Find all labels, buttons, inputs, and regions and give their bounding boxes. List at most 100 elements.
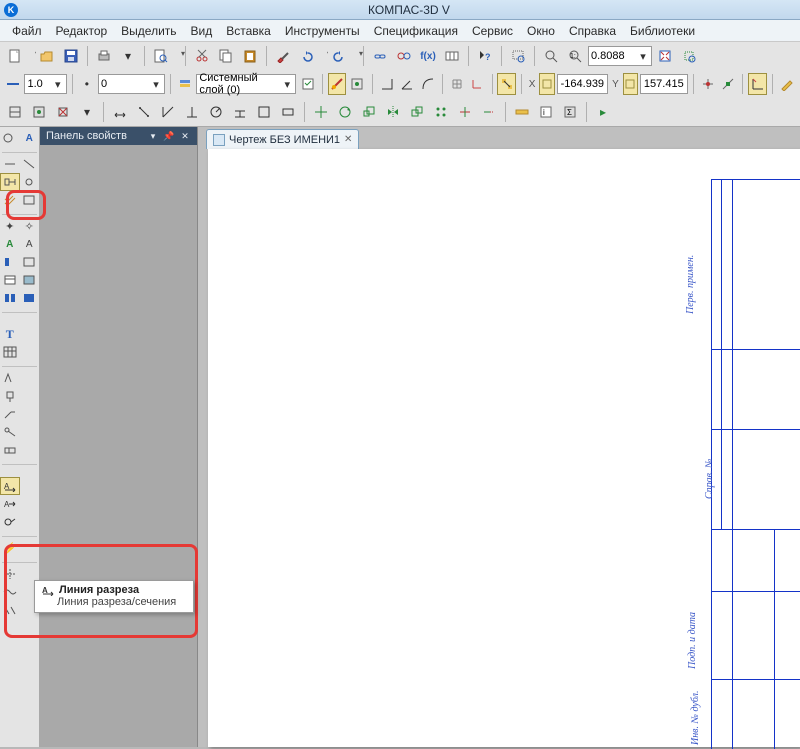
layer-opt-button[interactable]	[298, 73, 316, 95]
r3-dim1[interactable]	[109, 101, 131, 123]
menu-file[interactable]: Файл	[6, 22, 48, 40]
x-field[interactable]: -164.939	[557, 74, 608, 94]
lt-center-icon[interactable]	[0, 565, 20, 583]
lt-snap1-icon[interactable]: ✦	[0, 217, 20, 235]
preview-button[interactable]: ▾	[150, 45, 180, 67]
redo-button[interactable]: ▾	[328, 45, 358, 67]
r3-dim7[interactable]	[253, 101, 275, 123]
link1-button[interactable]	[369, 45, 391, 67]
zoom-search-button[interactable]	[540, 45, 562, 67]
save-button[interactable]	[60, 45, 82, 67]
help-arrow-button[interactable]: ?	[474, 45, 496, 67]
lt-dim2-icon[interactable]	[20, 155, 40, 173]
y-field[interactable]: 157.415	[640, 74, 688, 94]
vars-button[interactable]	[441, 45, 463, 67]
lt-designation-icon[interactable]	[0, 173, 20, 191]
r3-dim3[interactable]	[157, 101, 179, 123]
lt-table-icon[interactable]	[0, 343, 20, 361]
zoom-scale-button[interactable]: 1:	[564, 45, 586, 67]
r3-measure[interactable]	[511, 101, 533, 123]
ortho-btn[interactable]	[377, 73, 395, 95]
chevron-down-icon[interactable]: ▾	[150, 78, 162, 91]
line-style-btn[interactable]	[4, 73, 22, 95]
menu-select[interactable]: Выделить	[115, 22, 182, 40]
lt-param-icon[interactable]: A	[0, 235, 20, 253]
r3-array[interactable]	[430, 101, 452, 123]
lt-spec2-icon[interactable]	[20, 271, 40, 289]
zoom-combo[interactable]: 0.8088▾	[588, 46, 652, 66]
chevron-down-icon[interactable]: ▾	[637, 50, 649, 63]
lt-geom-icon[interactable]	[0, 129, 20, 147]
snap-btn[interactable]	[348, 73, 366, 95]
r3-dim4[interactable]	[181, 101, 203, 123]
lt-text-icon[interactable]: A	[20, 129, 40, 147]
menu-insert[interactable]: Вставка	[220, 22, 277, 40]
lt-T-icon[interactable]: T	[0, 325, 20, 343]
coord-btn2[interactable]	[719, 73, 737, 95]
lt-break-icon[interactable]	[0, 601, 20, 619]
osnap-btn[interactable]	[497, 73, 515, 95]
lt-param2-icon[interactable]: A	[20, 235, 40, 253]
coord-btn1[interactable]	[699, 73, 717, 95]
round-btn[interactable]	[418, 73, 436, 95]
r3-dim2[interactable]	[133, 101, 155, 123]
print-button[interactable]	[93, 45, 115, 67]
lt-arrow-icon[interactable]: A	[0, 495, 20, 513]
new-button[interactable]: ▾	[4, 45, 34, 67]
layer-combo[interactable]: Системный слой (0)▾	[196, 74, 296, 94]
cursor-btn[interactable]	[748, 73, 766, 95]
pen-btn[interactable]	[778, 73, 796, 95]
zoom-sel-button[interactable]	[678, 45, 700, 67]
lt-base-icon[interactable]	[0, 387, 20, 405]
r3-btn-4[interactable]: ▾	[76, 101, 98, 123]
panel-close-icon[interactable]: ✕	[179, 130, 191, 142]
lt-snap2-icon[interactable]: ✧	[20, 217, 40, 235]
r3-scale[interactable]	[358, 101, 380, 123]
document-canvas[interactable]: Перв. примен. Справ. № Подп. и дата Инв.…	[198, 149, 800, 747]
document-tab[interactable]: Чертеж БЕЗ ИМЕНИ1 ✕	[206, 129, 359, 149]
layer-mgr-button[interactable]	[176, 73, 194, 95]
undo-button[interactable]: ▾	[296, 45, 326, 67]
menu-spec[interactable]: Спецификация	[368, 22, 464, 40]
angle-btn[interactable]	[398, 73, 416, 95]
zoom-window-button[interactable]	[507, 45, 529, 67]
chevron-down-icon[interactable]: ▾	[52, 78, 64, 91]
close-icon[interactable]: ✕	[344, 134, 352, 145]
fx-button[interactable]: f(x)	[417, 45, 439, 67]
lt-rough-icon[interactable]	[0, 369, 20, 387]
copy-button[interactable]	[215, 45, 237, 67]
r3-btn-1[interactable]	[4, 101, 26, 123]
panel-pin-icon[interactable]: 📌	[163, 130, 175, 142]
lt-hatch-icon[interactable]	[0, 191, 20, 209]
lt-fmt2-icon[interactable]	[20, 253, 40, 271]
lt-bolt-icon[interactable]: ⚡	[0, 539, 20, 557]
line-width-combo[interactable]: 1.0▾	[24, 74, 66, 94]
lt-fmt-icon[interactable]	[0, 253, 20, 271]
brush-button[interactable]	[272, 45, 294, 67]
r3-dim6[interactable]	[229, 101, 251, 123]
panel-menu-icon[interactable]: ▾	[147, 130, 159, 142]
y-lock[interactable]	[623, 73, 638, 95]
lt-hatch2-icon[interactable]	[20, 191, 40, 209]
menu-service[interactable]: Сервис	[466, 22, 519, 40]
r3-copy[interactable]	[406, 101, 428, 123]
lt-tol-icon[interactable]	[0, 441, 20, 459]
paste-button[interactable]	[239, 45, 261, 67]
menu-lib[interactable]: Библиотеки	[624, 22, 701, 40]
r3-dim5[interactable]	[205, 101, 227, 123]
menu-tools[interactable]: Инструменты	[279, 22, 366, 40]
menu-view[interactable]: Вид	[185, 22, 219, 40]
ucs-btn[interactable]	[468, 73, 486, 95]
lt-rep-icon[interactable]	[0, 289, 20, 307]
lt-rep2-icon[interactable]	[20, 289, 40, 307]
r3-prop[interactable]: i	[535, 101, 557, 123]
field-b-combo[interactable]: 0▾	[98, 74, 165, 94]
r3-rot[interactable]	[334, 101, 356, 123]
lt-leader-icon[interactable]	[0, 405, 20, 423]
r3-btn-2[interactable]	[28, 101, 50, 123]
lt-spec-icon[interactable]	[0, 271, 20, 289]
print-dd[interactable]: ▾	[117, 45, 139, 67]
r3-mirror[interactable]	[382, 101, 404, 123]
lt-wave-icon[interactable]	[0, 583, 20, 601]
r3-ext[interactable]	[478, 101, 500, 123]
